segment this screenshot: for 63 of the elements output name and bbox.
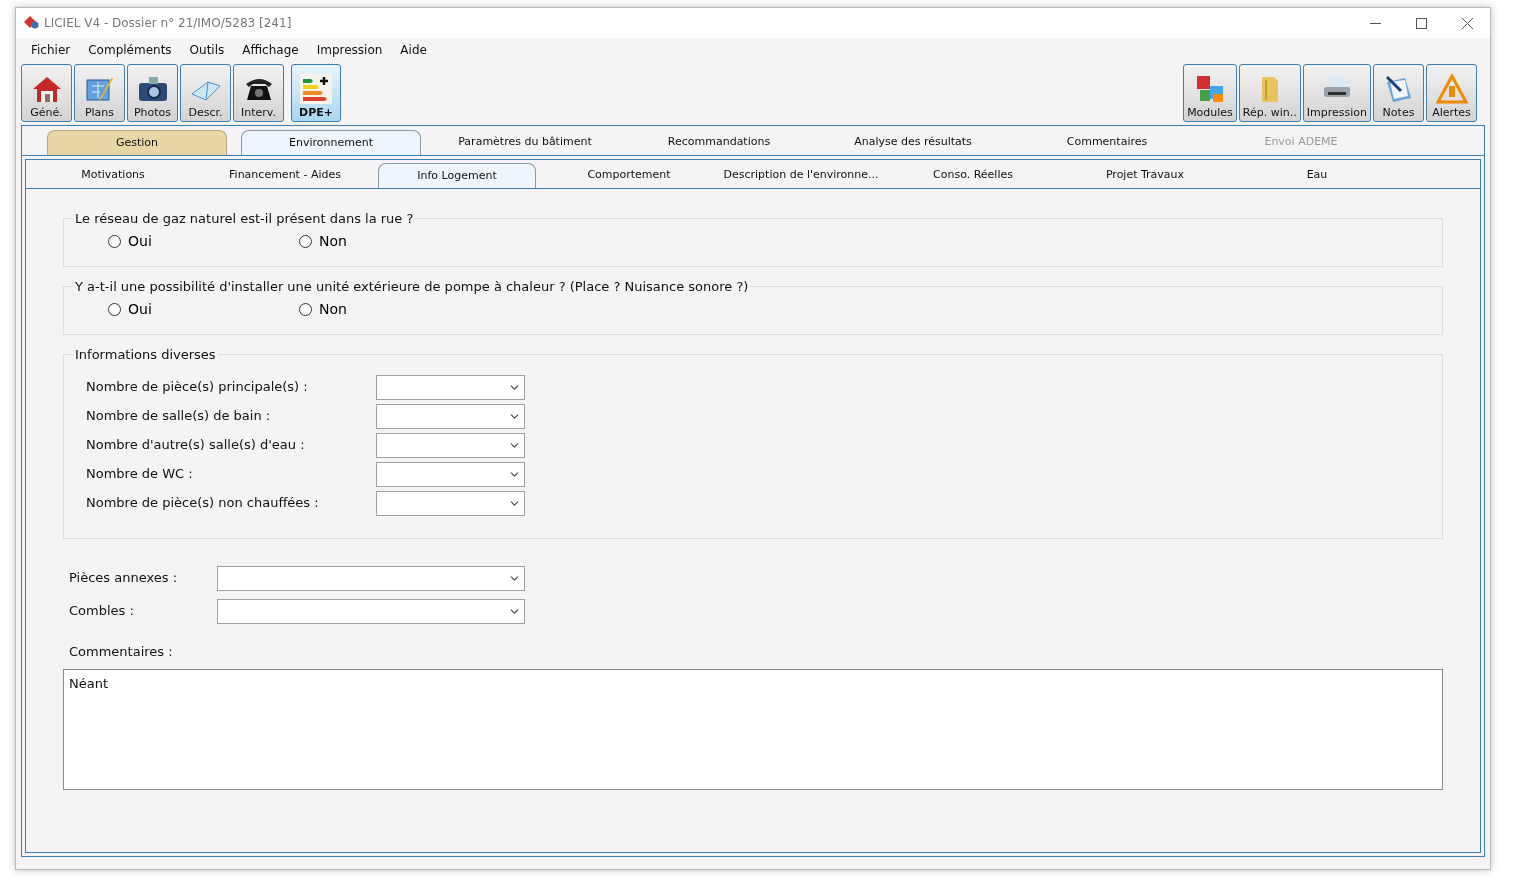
subtab[interactable]: Description de l'environne...	[722, 163, 880, 188]
group-title: Y a-t-il une possibilité d'installer une unité extérieure de pompe à chaleur ? (Place ? Nuisance sonore ?)	[74, 278, 750, 296]
maximize-icon	[1415, 17, 1427, 29]
puzzle-icon	[1194, 74, 1226, 104]
field-label: Combles :	[69, 602, 135, 621]
toolbar-button[interactable]: Interv.	[233, 64, 284, 122]
tab[interactable]: Environnement	[241, 130, 421, 155]
field-label: Pièces annexes :	[69, 569, 178, 588]
tab[interactable]: Recommandations	[629, 130, 809, 155]
subtab[interactable]: Eau	[1238, 163, 1396, 188]
menu-item[interactable]: Affichage	[233, 41, 308, 59]
subtab[interactable]: Projet Travaux	[1066, 163, 1224, 188]
field-label: Nombre de pièce(s) non chauffées :	[86, 494, 320, 513]
field-label: Nombre d'autre(s) salle(s) d'eau :	[86, 436, 306, 455]
comments-field[interactable]: Néant	[63, 669, 1443, 790]
toolbar-button[interactable]: Géné.	[21, 64, 72, 122]
dropdown-field[interactable]	[376, 461, 525, 487]
toolbar-button[interactable]: Photos	[127, 64, 178, 122]
menu-item[interactable]: Aide	[391, 41, 436, 59]
subtab[interactable]: Financement - Aides	[206, 163, 364, 188]
window-title: LICIEL V4 - Dossier n° 21/IMO/5283 [241]	[44, 15, 292, 32]
close-icon	[1461, 17, 1473, 29]
radio-option[interactable]: Non	[299, 230, 490, 252]
minimize-icon	[1369, 22, 1381, 24]
radio-option[interactable]: Non	[299, 298, 490, 320]
field-label: Nombre de WC :	[86, 465, 194, 484]
menu-item[interactable]: Outils	[180, 41, 234, 59]
tab[interactable]: Gestion	[47, 130, 227, 155]
dropdown-field[interactable]	[217, 565, 525, 591]
toolbar-button[interactable]: Plans	[74, 64, 125, 122]
toolbar-button[interactable]: Alertes	[1426, 64, 1477, 122]
menu-item[interactable]: Impression	[307, 41, 392, 59]
tab[interactable]: Paramètres du bâtiment	[435, 130, 615, 155]
field-label: Nombre de pièce(s) principale(s) :	[86, 378, 309, 397]
toolbar-button[interactable]: Notes	[1373, 64, 1424, 122]
tab[interactable]: Analyse des résultats	[823, 130, 1003, 155]
dropdown-field[interactable]	[376, 374, 525, 400]
subtab[interactable]: Info Logement	[378, 163, 536, 188]
subtab[interactable]: Motivations	[34, 163, 192, 188]
field-label: Nombre de salle(s) de bain :	[86, 407, 272, 426]
toolbar-button[interactable]: Descr.	[180, 64, 231, 122]
field-label: Commentaires :	[68, 642, 174, 661]
tab[interactable]: Commentaires	[1017, 130, 1197, 155]
menu-item[interactable]: Fichier	[22, 41, 80, 59]
toolbar-button[interactable]: Impression	[1302, 64, 1371, 122]
toolbar-button[interactable]: Rép. win..	[1238, 64, 1301, 122]
camera-icon	[136, 74, 169, 104]
dropdown-field[interactable]	[376, 403, 525, 429]
radio-option[interactable]: Oui	[108, 230, 299, 252]
dropdown-field[interactable]	[376, 432, 525, 458]
subtab[interactable]: Conso. Réelles	[894, 163, 1052, 188]
group-title: Le réseau de gaz naturel est-il présent dans la rue ?	[74, 210, 415, 228]
radio-option[interactable]: Oui	[108, 298, 299, 320]
subtab[interactable]: Comportement	[550, 163, 708, 188]
toolbar-button[interactable]: Modules	[1183, 64, 1237, 122]
app-logo-icon	[24, 16, 39, 30]
dropdown-field[interactable]	[376, 490, 525, 516]
energy-label-icon	[300, 74, 332, 104]
group-title: Informations diverses	[74, 346, 217, 364]
toolbar-button[interactable]: DPE+	[291, 64, 341, 122]
menu-item[interactable]: Compléments	[79, 41, 181, 59]
warning-icon	[1435, 74, 1468, 104]
dropdown-field[interactable]	[217, 598, 525, 624]
